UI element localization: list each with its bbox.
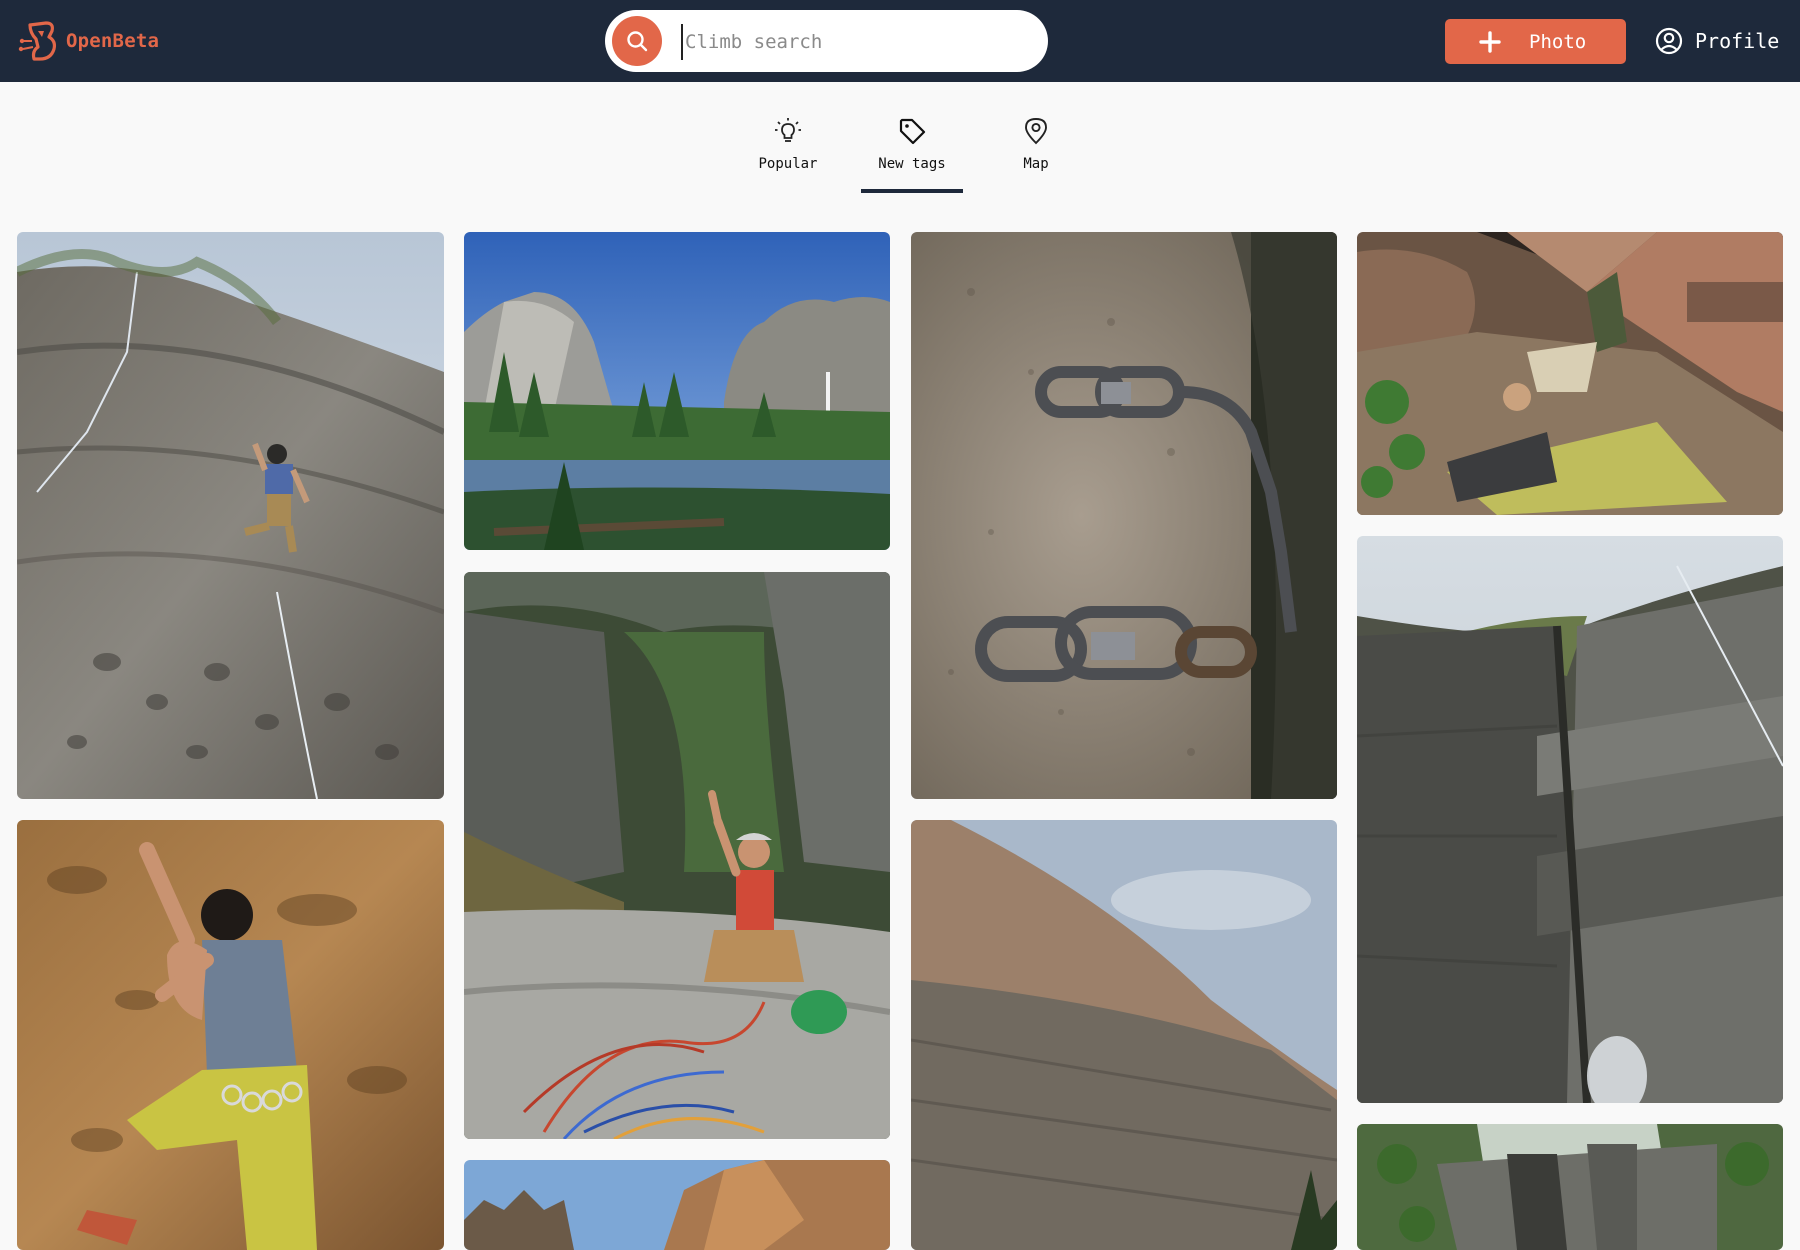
photo-forest-crag[interactable] [1357,1124,1783,1250]
climb-search-input[interactable] [681,24,1027,60]
tag-icon [899,118,926,145]
profile-label: Profile [1695,29,1780,53]
search-icon [627,31,648,52]
photo-summit-climber-rope-pile[interactable] [464,572,890,1139]
photo-yosemite-valley-river[interactable] [464,232,890,550]
user-circle-icon [1655,27,1683,55]
photo-chain-anchor[interactable] [911,232,1337,799]
add-photo-button[interactable]: Photo [1445,19,1626,64]
photo-dihedral-crack-looking-up[interactable] [1357,536,1783,1103]
openbeta-logo-icon [18,21,57,61]
photo-granite-slab-sky[interactable] [911,820,1337,1250]
openbeta-logo[interactable]: OpenBeta [16,18,159,64]
climb-search-bar [605,10,1048,72]
photo-bouldering-cave-crashpad[interactable] [1357,232,1783,515]
tab-new-tags[interactable]: New tags [850,116,974,196]
plus-icon [1479,30,1501,53]
photo-climber-pocketed-wall[interactable] [17,232,444,799]
search-button[interactable] [612,16,662,66]
tab-map-label: Map [1023,156,1049,172]
map-pin-icon [1025,118,1047,145]
photo-desert-towers[interactable] [464,1160,890,1250]
tab-popular[interactable]: Popular [726,116,850,196]
add-photo-label: Photo [1529,30,1587,53]
tab-new-tags-label: New tags [878,156,946,172]
top-navigation-bar: OpenBeta Photo Profile [0,0,1800,82]
photo-climber-yellow-pants[interactable] [17,820,444,1250]
profile-link[interactable]: Profile [1655,22,1779,60]
tab-popular-label: Popular [758,156,818,172]
logo-text: OpenBeta [66,30,160,52]
tab-map[interactable]: Map [974,116,1098,196]
lightbulb-icon [775,118,801,142]
feed-tabs: Popular New tags Map [726,116,1098,196]
